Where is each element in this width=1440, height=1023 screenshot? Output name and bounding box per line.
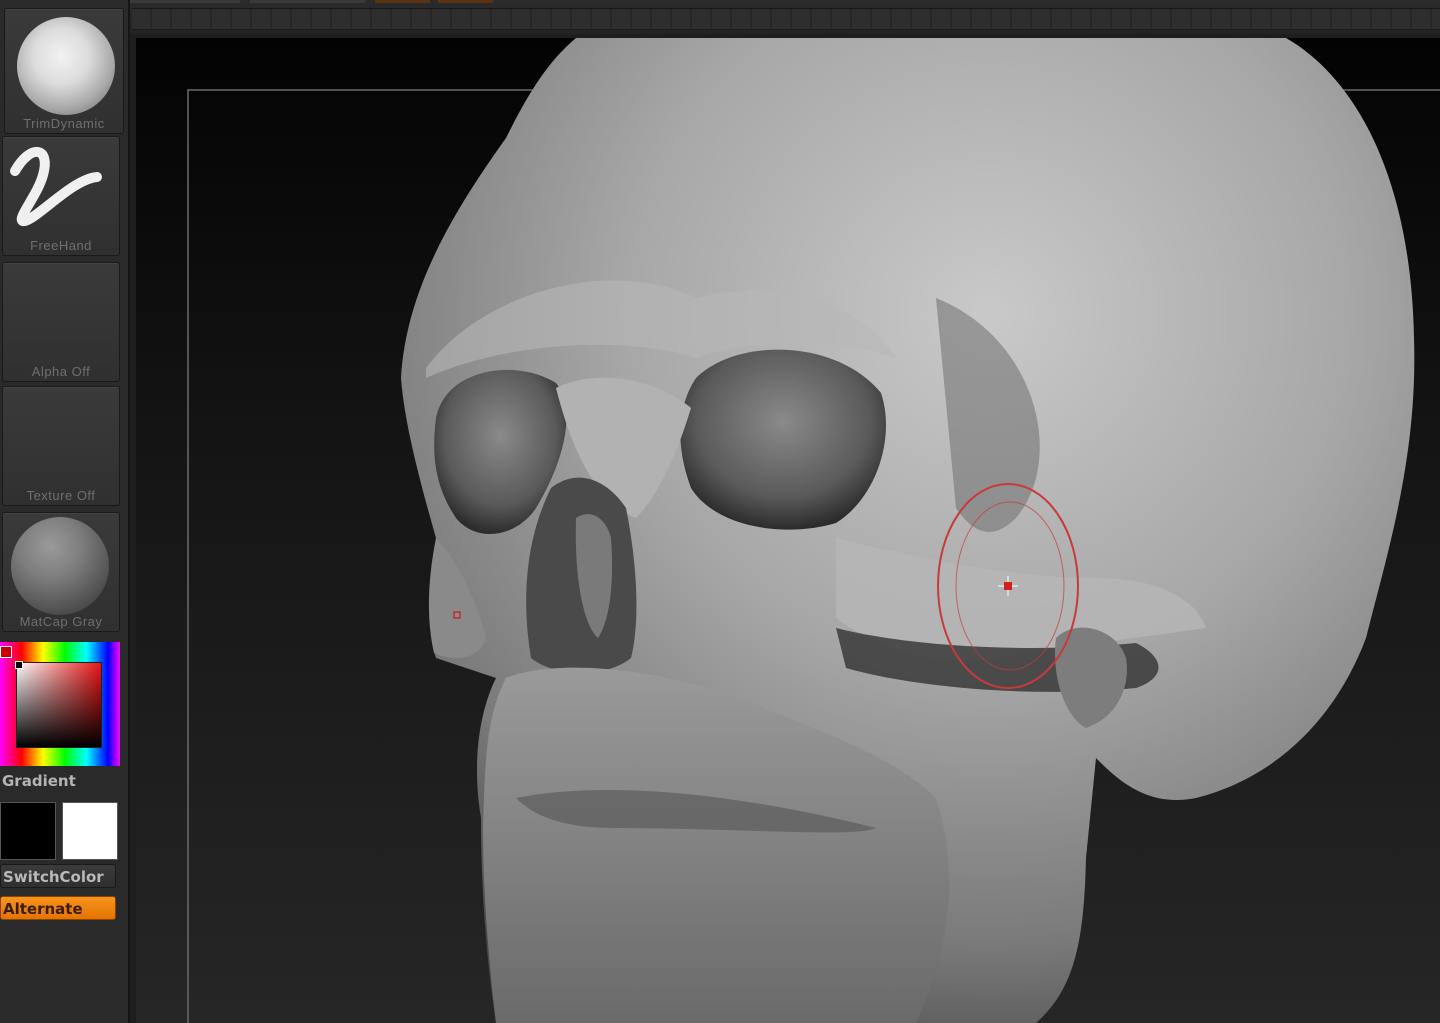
stroke-button[interactable]: FreeHand [2, 136, 120, 256]
secondary-color-swatch[interactable] [62, 802, 118, 860]
saturation-marker[interactable] [15, 661, 23, 669]
color-picker[interactable] [0, 642, 120, 766]
hue-marker[interactable] [0, 646, 12, 658]
texture-button[interactable]: Texture Off [2, 386, 120, 506]
color-picker-square[interactable] [16, 662, 102, 748]
top-segment [375, 0, 430, 3]
top-segment [250, 0, 365, 3]
brush-sphere-icon [17, 17, 115, 115]
alternate-button[interactable]: Alternate [0, 896, 116, 920]
skull-model[interactable] [136, 38, 1440, 1023]
top-toolbar [0, 0, 1440, 34]
stroke-label: FreeHand [30, 238, 92, 253]
freehand-stroke-icon [10, 147, 102, 226]
material-button[interactable]: MatCap Gray [2, 512, 120, 632]
document-canvas[interactable] [136, 38, 1440, 1023]
top-segment [438, 0, 493, 3]
matcap-sphere-icon [11, 517, 109, 615]
brush-button[interactable]: TrimDynamic [4, 8, 124, 134]
gradient-label[interactable]: Gradient [2, 772, 76, 790]
top-ruler [132, 8, 1440, 30]
left-tray: TrimDynamic FreeHand Alpha Off Texture O… [0, 0, 130, 1023]
material-label: MatCap Gray [19, 614, 103, 629]
alpha-button[interactable]: Alpha Off [2, 262, 120, 382]
texture-label: Texture Off [26, 488, 96, 503]
brush-label: TrimDynamic [23, 116, 105, 131]
alpha-label: Alpha Off [31, 364, 91, 379]
main-color-swatch[interactable] [0, 802, 56, 860]
switch-color-button[interactable]: SwitchColor [0, 864, 116, 888]
